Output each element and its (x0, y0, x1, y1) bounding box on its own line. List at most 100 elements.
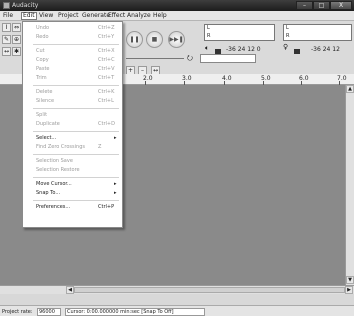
menu-item-label: Copy (36, 57, 49, 63)
maximize-button[interactable]: □ (313, 1, 330, 10)
menu-item-preferences[interactable]: Preferences... Ctrl+P (23, 203, 122, 212)
snap-status-text: [Snap To Off] (141, 309, 174, 315)
cursor-position-text: Cursor: 0:00.000000 min:sec (67, 309, 140, 315)
menu-file[interactable]: File (2, 12, 14, 20)
menu-item-shortcut: Ctrl+V (98, 66, 115, 72)
menu-effect[interactable]: Effect (107, 12, 126, 20)
output-meter-scale: -36 24 12 0 (226, 46, 261, 53)
microphone-icon: ♀︎ (283, 43, 289, 51)
menu-item-shortcut: Z (98, 144, 102, 150)
menu-item-copy[interactable]: Copy Ctrl+C (23, 56, 122, 65)
scroll-right-arrow-icon[interactable]: ▶ (345, 286, 353, 294)
menu-item-split[interactable]: Split (23, 111, 122, 120)
menu-separator (33, 200, 119, 201)
menu-item-select[interactable]: Select... ▸ (23, 134, 122, 143)
menu-item-label: Duplicate (36, 121, 60, 127)
menu-item-label: Redo (36, 34, 49, 40)
menu-item-label: Find Zero Crossings (36, 144, 85, 150)
menu-item-delete[interactable]: Delete Ctrl+K (23, 88, 122, 97)
menu-analyze[interactable]: Analyze (126, 12, 152, 20)
menu-item-silence[interactable]: Silence Ctrl+L (23, 97, 122, 106)
menu-bar: File Edit View Project Generate Effect A… (0, 11, 354, 21)
draw-tool-icon[interactable]: ✎ (2, 35, 11, 44)
close-button[interactable]: X (330, 1, 352, 10)
menu-separator (33, 44, 119, 45)
menu-separator (33, 108, 119, 109)
menu-item-selection-save[interactable]: Selection Save (23, 157, 122, 166)
meter-left-label: L (207, 25, 210, 31)
pause-button[interactable]: ❚❚ (126, 31, 143, 48)
device-selector[interactable] (200, 54, 256, 63)
menu-separator (33, 131, 119, 132)
menu-item-trim[interactable]: Trim Ctrl+T (23, 74, 122, 83)
stop-button[interactable]: ■ (146, 31, 163, 48)
menu-item-move-cursor[interactable]: Move Cursor... ▸ (23, 180, 122, 189)
menu-separator (33, 154, 119, 155)
menu-item-shortcut: Ctrl+Y (98, 34, 115, 40)
menu-item-shortcut: Ctrl+X (98, 48, 115, 54)
playback-volume-slider[interactable] (126, 58, 184, 59)
cursor-icon: ⭮ (187, 54, 193, 62)
menu-item-snap-to[interactable]: Snap To... ▸ (23, 189, 122, 198)
selection-tool-icon[interactable]: I (2, 23, 11, 32)
menu-project[interactable]: Project (57, 12, 80, 20)
menu-item-label: Snap To... (36, 190, 61, 196)
menu-item-shortcut: Ctrl+K (98, 89, 115, 95)
menu-item-redo[interactable]: Redo Ctrl+Y (23, 33, 122, 42)
output-meter[interactable]: L R (204, 24, 275, 41)
menu-item-shortcut: Ctrl+D (98, 121, 115, 127)
menu-separator (33, 85, 119, 86)
input-meter[interactable]: L R (283, 24, 352, 41)
menu-item-label: Delete (36, 89, 53, 95)
scroll-left-arrow-icon[interactable]: ◀ (66, 286, 74, 294)
menu-separator (33, 177, 119, 178)
menu-item-label: Silence (36, 98, 55, 104)
title-bar: Audacity – □ X (0, 0, 354, 11)
submenu-arrow-icon: ▸ (114, 135, 117, 141)
menu-item-label: Trim (36, 75, 47, 81)
menu-item-selection-restore[interactable]: Selection Restore (23, 166, 122, 175)
meter-left-label: L (286, 25, 289, 31)
menu-item-cut[interactable]: Cut Ctrl+X (23, 47, 122, 56)
multi-tool-icon[interactable]: ✱ (12, 47, 21, 56)
menu-item-label: Paste (36, 66, 50, 72)
input-meter-dropdown[interactable] (294, 49, 300, 54)
project-rate-field[interactable]: 96000 (37, 308, 61, 316)
speaker-icon: 🔈︎ (205, 44, 210, 52)
status-bar: Project rate: 96000 Cursor: 0:00.000000 … (0, 305, 354, 316)
skip-to-end-button[interactable]: ▶▶❚ (168, 31, 185, 48)
menu-item-undo[interactable]: Undo Ctrl+Z (23, 24, 122, 33)
menu-item-find-zero-crossings[interactable]: Find Zero Crossings Z (23, 143, 122, 152)
horizontal-scrollbar[interactable]: ◀ ▶ (0, 285, 354, 294)
cursor-status: Cursor: 0:00.000000 min:sec [Snap To Off… (65, 308, 205, 316)
input-meter-scale: -36 24 12 (311, 46, 340, 53)
vertical-scrollbar[interactable]: ▲ ▼ (345, 85, 354, 285)
submenu-arrow-icon: ▸ (114, 181, 117, 187)
menu-help[interactable]: Help (152, 12, 168, 20)
menu-item-shortcut: Ctrl+Z (98, 25, 115, 31)
menu-item-label: Selection Save (36, 158, 73, 164)
submenu-arrow-icon: ▸ (114, 190, 117, 196)
minimize-button[interactable]: – (296, 1, 313, 10)
menu-item-label: Selection Restore (36, 167, 80, 173)
menu-item-label: Cut (36, 48, 45, 54)
menu-item-duplicate[interactable]: Duplicate Ctrl+D (23, 120, 122, 129)
menu-item-shortcut: Ctrl+C (98, 57, 115, 63)
timeshift-tool-icon[interactable]: ↔ (2, 47, 11, 56)
menu-edit[interactable]: Edit (21, 12, 37, 20)
scroll-up-arrow-icon[interactable]: ▲ (346, 85, 354, 93)
menu-item-label: Split (36, 112, 48, 118)
menu-item-shortcut: Ctrl+T (98, 75, 115, 81)
menu-item-label: Undo (36, 25, 50, 31)
menu-item-paste[interactable]: Paste Ctrl+V (23, 65, 122, 74)
menu-item-label: Move Cursor... (36, 181, 72, 187)
edit-menu-dropdown: Undo Ctrl+Z Redo Ctrl+Y Cut Ctrl+X Copy Ctrl+C P… (22, 21, 123, 228)
menu-view[interactable]: View (38, 12, 54, 20)
zoom-tool-icon[interactable]: ⊕ (12, 35, 21, 44)
scroll-down-arrow-icon[interactable]: ▼ (346, 276, 354, 284)
project-rate-label: Project rate: (2, 309, 33, 315)
envelope-tool-icon[interactable]: ⇔ (12, 23, 21, 32)
menu-item-shortcut: Ctrl+L (98, 98, 114, 104)
horizontal-scroll-thumb[interactable] (74, 287, 345, 293)
menu-item-shortcut: Ctrl+P (98, 204, 115, 210)
